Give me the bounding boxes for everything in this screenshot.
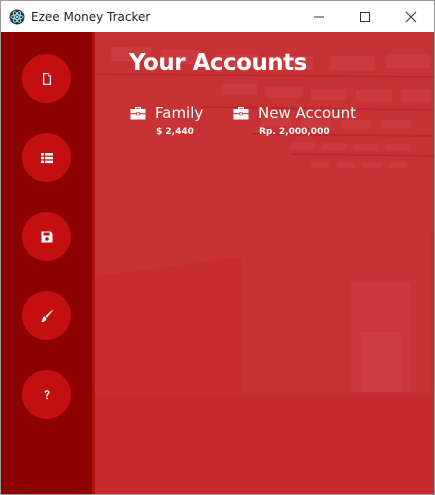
list-icon — [40, 152, 53, 163]
account-balance: Rp. 2,000,000 — [259, 127, 330, 137]
account-header: Family — [129, 104, 203, 122]
app-content: Your Accounts Family $ 2,440 New Account… — [1, 32, 434, 494]
question-icon — [44, 389, 50, 399]
maximize-button[interactable] — [342, 1, 388, 32]
window-controls — [296, 1, 434, 32]
new-file-button[interactable] — [22, 54, 71, 103]
briefcase-icon — [130, 106, 146, 119]
file-icon — [42, 72, 51, 85]
account-balance: $ 2,440 — [156, 127, 194, 137]
close-button[interactable] — [388, 1, 434, 32]
briefcase-icon — [233, 106, 249, 119]
list-button[interactable] — [22, 133, 71, 182]
save-button[interactable] — [22, 212, 71, 261]
account-item-family[interactable]: Family $ 2,440 — [129, 104, 203, 137]
title-bar[interactable]: Ezee Money Tracker — [1, 1, 434, 32]
window-title: Ezee Money Tracker — [31, 9, 151, 24]
help-button[interactable] — [22, 370, 71, 419]
page-title: Your Accounts — [129, 50, 307, 76]
account-header: New Account — [232, 104, 356, 122]
account-name: New Account — [258, 104, 357, 122]
minimize-button[interactable] — [296, 1, 342, 32]
account-item-new-account[interactable]: New Account Rp. 2,000,000 — [232, 104, 356, 137]
theme-button[interactable] — [22, 291, 71, 340]
app-window: Ezee Money Tracker Your Accounts Family … — [0, 0, 435, 495]
close-icon — [405, 11, 417, 22]
account-name: Family — [155, 104, 204, 122]
maximize-icon — [360, 11, 370, 22]
paintbrush-icon — [40, 309, 53, 322]
minimize-icon — [314, 16, 324, 17]
electron-app-icon — [9, 9, 25, 25]
floppy-disk-icon — [41, 231, 52, 242]
sidebar — [1, 32, 95, 494]
